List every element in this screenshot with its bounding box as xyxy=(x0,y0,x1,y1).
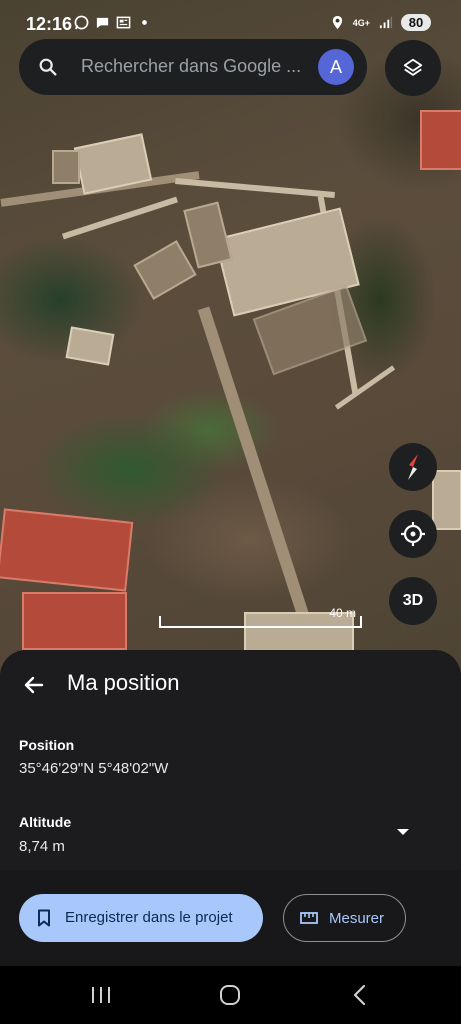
3d-button[interactable]: 3D xyxy=(389,577,437,625)
map-wall xyxy=(334,365,396,410)
measure-button[interactable]: Mesurer xyxy=(283,894,406,942)
page-title: Ma position xyxy=(67,670,180,695)
map-scale: 40 m xyxy=(159,606,362,630)
back-icon[interactable] xyxy=(348,984,372,1006)
map-building xyxy=(22,592,127,650)
action-bar: Enregistrer dans le projet Mesurer xyxy=(0,870,461,966)
layers-button[interactable] xyxy=(385,40,441,96)
measure-label: Mesurer xyxy=(329,910,385,927)
map-building xyxy=(0,508,134,592)
chevron-down-icon[interactable] xyxy=(396,827,410,837)
map-building xyxy=(65,326,115,366)
arrow-back-icon[interactable] xyxy=(20,671,48,699)
notification-icons xyxy=(74,15,152,30)
compass-button[interactable] xyxy=(389,443,437,491)
network-type: 4G+ xyxy=(352,17,370,28)
avatar[interactable]: A xyxy=(318,49,354,85)
recents-icon[interactable] xyxy=(89,984,113,1006)
chat-icon xyxy=(96,17,109,29)
bookmark-icon xyxy=(38,909,50,927)
search-bar[interactable]: Rechercher dans Google ... A xyxy=(19,39,367,95)
map-building xyxy=(420,110,461,170)
my-location-icon xyxy=(401,522,425,546)
search-icon xyxy=(39,58,57,76)
signal-icon xyxy=(379,16,393,29)
dot-icon xyxy=(142,20,147,25)
battery-indicator: 80 xyxy=(401,14,431,31)
location-icon xyxy=(332,15,342,30)
save-to-project-label: Enregistrer dans le projet xyxy=(65,909,233,926)
compass-icon xyxy=(408,454,418,480)
altitude-label: Altitude xyxy=(19,814,72,830)
status-bar: 12:16 4G+ 80 xyxy=(0,0,461,40)
map-building xyxy=(432,470,461,530)
map-wall xyxy=(62,196,178,240)
altitude-value: 8,74 m xyxy=(19,838,65,855)
my-location-button[interactable] xyxy=(389,510,437,558)
whatsapp-icon xyxy=(74,15,89,30)
status-time: 12:16 xyxy=(26,14,73,34)
system-navigation-bar xyxy=(0,966,461,1024)
my-position-sheet: Ma position Position 35°46'29"N 5°48'02"… xyxy=(0,650,461,966)
map-wall xyxy=(175,178,335,198)
map-building xyxy=(52,150,80,184)
position-value: 35°46'29"N 5°48'02"W xyxy=(19,760,169,777)
map-building xyxy=(183,201,233,269)
position-label: Position xyxy=(19,737,75,753)
layers-icon xyxy=(403,58,423,76)
status-right: 4G+ 80 xyxy=(330,14,431,31)
news-icon xyxy=(116,16,131,29)
search-input[interactable]: Rechercher dans Google ... xyxy=(81,56,301,77)
home-icon[interactable] xyxy=(218,984,242,1006)
scale-label: 40 m xyxy=(329,606,356,620)
map-building xyxy=(133,240,197,300)
ruler-icon xyxy=(300,912,318,924)
save-to-project-button[interactable]: Enregistrer dans le projet xyxy=(19,894,263,942)
